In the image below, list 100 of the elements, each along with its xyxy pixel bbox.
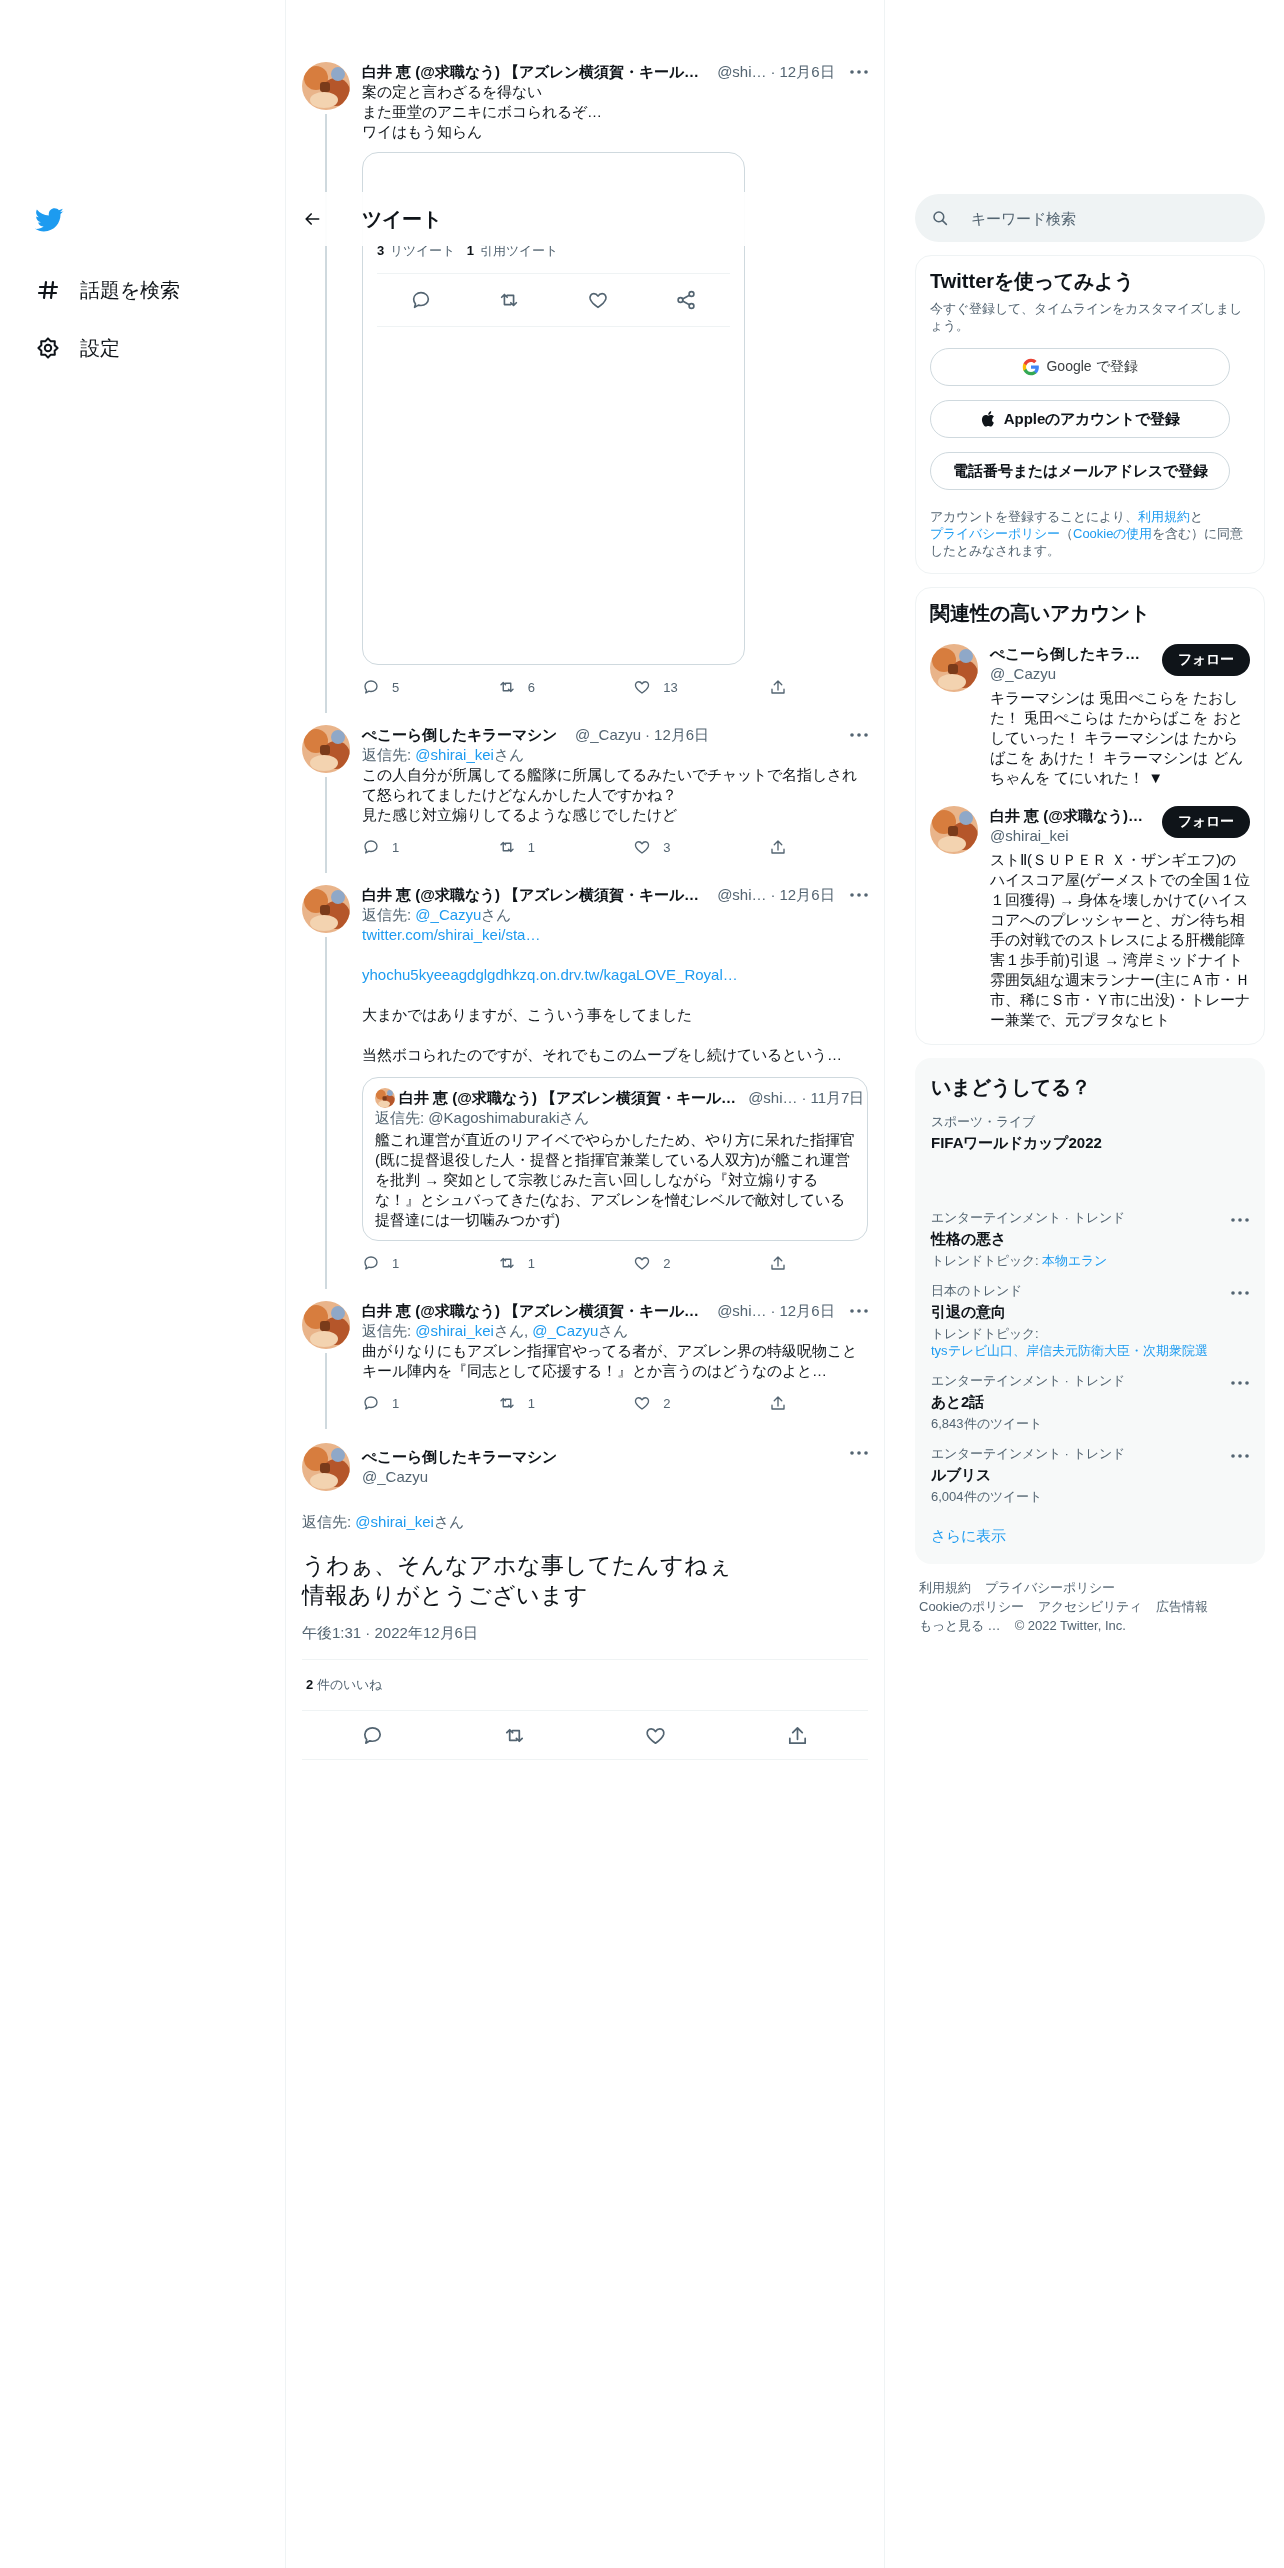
trend-category: 日本のトレンド (931, 1283, 1023, 1299)
more-icon[interactable] (1231, 1381, 1249, 1385)
footer-link[interactable]: 広告情報 (1156, 1597, 1209, 1616)
tweet-text: 案の定と言わざるを得ない (362, 82, 543, 102)
card-title: 関連性の高いアカウント (930, 601, 1151, 626)
retweet-button[interactable]: 1 (497, 837, 558, 857)
more-icon[interactable] (850, 893, 868, 897)
tweet-date: 11月7日 (810, 1088, 865, 1108)
user-name[interactable]: 白井 恵 (@求職なう)… (990, 806, 1156, 826)
user-name[interactable]: ぺこーら倒したキラーマシン (362, 725, 557, 745)
trend-item[interactable]: スポーツ・ライブ FIFAワールドカップ2022 (915, 1114, 1265, 1210)
retweet-button[interactable]: 1 (497, 1393, 558, 1413)
like-button[interactable]: 3 (633, 837, 694, 857)
tweet-text: ワイはもう知らん (362, 122, 483, 142)
heart-icon (633, 678, 652, 696)
footer-link[interactable]: もっと見る … (919, 1616, 1001, 1635)
user-handle[interactable]: @_Cazyu (990, 665, 1057, 682)
follow-button[interactable]: フォロー (1162, 644, 1250, 676)
nav-link[interactable]: 話題を検索 (0, 261, 180, 319)
separator-dot: · (645, 725, 651, 745)
share-button[interactable] (768, 1253, 787, 1273)
search-field[interactable]: キーワード検索 (915, 194, 1265, 242)
reply-to-text: 返信先: @shirai_keiさん, @_Cazyuさん (362, 1321, 630, 1341)
user-handle[interactable]: @shirai_kei (990, 827, 1069, 844)
stat-text: 1 引用ツイート (466, 242, 558, 260)
tweet-date[interactable]: 12月6日 (779, 885, 835, 905)
more-icon[interactable] (850, 70, 868, 74)
card-title: いまどうしてる？ (930, 1075, 1092, 1100)
more-icon[interactable] (850, 733, 868, 737)
legal-text: アカウントを登録することにより、利用規約 と プライバシーポリシー（Cookieの使用を含む）に同意したとみなされます。 (930, 508, 1245, 559)
tweet-date[interactable]: 12月6日 (779, 1301, 835, 1321)
footer-link[interactable]: アクセシビリティ (1038, 1597, 1143, 1616)
reply-button[interactable]: 1 (362, 1393, 422, 1413)
reply-button[interactable]: 1 (362, 837, 422, 857)
reply-button[interactable]: 5 (362, 677, 422, 697)
footer-link[interactable]: © 2022 Twitter, Inc. (1014, 1616, 1126, 1635)
share-button[interactable] (768, 837, 787, 857)
signup-button[interactable]: 電話番号またはメールアドレスで登録 (930, 452, 1230, 490)
more-icon[interactable] (850, 1451, 868, 1455)
like-count-link[interactable]: 2 件のいいね (306, 1677, 383, 1692)
follow-button[interactable]: フォロー (1162, 806, 1250, 838)
trend-title: あと2話 (931, 1392, 986, 1412)
reply-to-text: 返信先: @_Cazyuさん (362, 905, 513, 925)
more-icon[interactable] (1231, 1454, 1249, 1458)
reply-to-text: 返信先: @shirai_keiさん (362, 745, 525, 765)
user-handle[interactable]: @_Cazyu (362, 1468, 429, 1485)
trend-item[interactable]: 日本のトレンド 引退の意向 トレンドトピック: tysテレビ山口、岸信夫元防衛大臣・次期衆院選 (915, 1283, 1265, 1373)
user-name[interactable]: 白井 恵 (@求職なう) 【アズレン横須賀・キール… (362, 1301, 700, 1321)
trend-item[interactable]: エンターテインメント · トレンド 性格の悪さ トレンドトピック: 本物エラン (915, 1210, 1265, 1283)
like-button[interactable]: 2 (633, 1393, 694, 1413)
user-name[interactable]: 白井 恵 (@求職なう) 【アズレン横須賀・キール… (362, 62, 700, 82)
retweet-button[interactable]: 1 (497, 1253, 558, 1273)
tweet-text: 見た感じ対立煽りしてるような感じでしたけど (362, 805, 678, 825)
trend-item[interactable]: エンターテインメント · トレンド ルブリス 6,004件のツイート (915, 1446, 1265, 1519)
like-button[interactable]: 13 (633, 677, 694, 697)
trend-category: スポーツ・ライブ (931, 1114, 1036, 1130)
more-icon[interactable] (850, 1309, 868, 1313)
tweet-date[interactable]: 12月6日 (779, 62, 835, 82)
timestamp[interactable]: 午後1:31 · 2022年12月6日 (302, 1624, 868, 1660)
tweet-date[interactable]: 12月6日 (654, 725, 710, 745)
share-button[interactable] (768, 1393, 787, 1413)
nav-link[interactable]: 設定 (0, 319, 120, 377)
page-title: ツイート (362, 206, 442, 232)
share-icon (768, 838, 787, 856)
signup-button[interactable]: Appleのアカウントで登録 (930, 400, 1230, 438)
share-button[interactable] (768, 677, 787, 697)
heart-icon (633, 838, 652, 856)
share-icon (768, 678, 787, 696)
user-name[interactable]: ぺこーら倒したキラ… (990, 644, 1156, 664)
search-icon (931, 209, 949, 227)
tweet-text: 艦これ運営が直近のリアイベでやらかしたため、やり方に呆れた指揮官(既に提督退役した人・提督と指揮官兼業している人双方)が艦これ運営を批判 → 突如として宗教じみた言い回ししながら『対立煽りするな！』とシュバってきた(なお、アズレンを憎むレベルで敵対している提督達には一切噛みつかず) (375, 1130, 855, 1230)
trend-category: エンターテインメント · トレンド (931, 1210, 1126, 1226)
footer-link[interactable]: プライバシーポリシー (985, 1578, 1115, 1597)
hashtag-icon (36, 278, 60, 302)
tweet-text: うわぁ、そんなアホな事してたんすねぇ (302, 1551, 732, 1580)
user-name[interactable]: 白井 恵 (@求職なう) 【アズレン横須賀・キール… (362, 885, 700, 905)
quote-tweet-card[interactable] (362, 1077, 868, 1241)
footer-link[interactable]: 利用規約 (919, 1578, 971, 1597)
trend-item[interactable]: エンターテインメント · トレンド あと2話 6,843件のツイート (915, 1373, 1265, 1446)
user-handle: @shi… (748, 1088, 798, 1108)
heart-icon (633, 1394, 652, 1412)
user-handle: @_Cazyu (575, 725, 642, 745)
trend-title: ルブリス (931, 1465, 992, 1485)
retweet-button[interactable]: 6 (497, 677, 558, 697)
trend-title: FIFAワールドカップ2022 (931, 1133, 1103, 1153)
user-name[interactable]: ぺこーら倒したキラーマシン (362, 1447, 838, 1467)
reply-button[interactable]: 1 (362, 1253, 422, 1273)
like-button[interactable]: 2 (633, 1253, 694, 1273)
footer-link[interactable]: Cookieのポリシー (919, 1597, 1025, 1616)
heart-icon (633, 1254, 652, 1272)
trend-meta: 6,843件のツイート (931, 1415, 1043, 1432)
signup-button[interactable]: Google で登録 (930, 348, 1230, 386)
separator-dot: · (770, 885, 776, 905)
more-icon[interactable] (1231, 1291, 1249, 1295)
reply-icon (362, 838, 380, 856)
user-bio: キラーマシンは 兎田ぺこらを たおした！ 兎田ぺこらは たからばこを おとしていった！ キラーマシンは たからばこを あけた！ キラーマシンは どんちゃんを てにいれた！ ▼ (990, 688, 1244, 788)
gear-icon (36, 336, 60, 360)
user-handle: @shi… (717, 62, 767, 82)
more-icon[interactable] (1231, 1218, 1249, 1222)
share-icon (768, 1394, 787, 1412)
